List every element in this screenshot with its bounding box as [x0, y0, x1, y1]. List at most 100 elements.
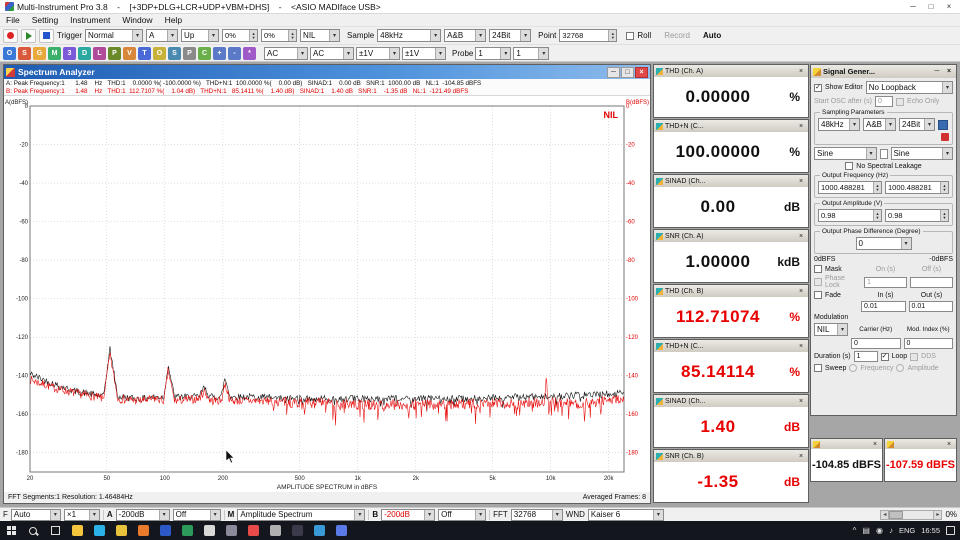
fade-in-field[interactable]: 0.01 — [861, 301, 906, 312]
spinner-arrows[interactable]: ▲▼ — [608, 30, 616, 41]
waveform-link-button[interactable] — [880, 149, 888, 159]
derived-data-point-icon[interactable]: P — [108, 47, 121, 60]
audio-app-icon[interactable]: ♪ — [889, 526, 893, 535]
frequency-b-spinner[interactable]: 1000.488281▲▼ — [885, 181, 949, 194]
close-icon[interactable]: × — [796, 67, 806, 76]
oscilloscope-icon[interactable]: O — [3, 47, 16, 60]
close-icon[interactable]: × — [944, 67, 954, 76]
filter-a-select[interactable]: Off▾ — [173, 509, 221, 521]
spinner-arrows[interactable]: ▲▼ — [940, 182, 948, 193]
scroll-left-icon[interactable]: ◂ — [880, 510, 889, 520]
minimize-icon[interactable]: ─ — [607, 67, 620, 78]
meter-titlebar[interactable]: THD+N (C...× — [654, 340, 808, 352]
taskbar-app-settings-app[interactable] — [264, 521, 286, 540]
volume-icon[interactable]: ◉ — [876, 526, 883, 535]
window-function-select[interactable]: Kaiser 6▾ — [588, 509, 664, 521]
mask-checkbox[interactable] — [814, 265, 822, 273]
frequency-axis-select[interactable]: Auto▾ — [11, 509, 61, 521]
search-icon[interactable] — [22, 521, 44, 540]
carrier-field[interactable]: 0 — [851, 338, 901, 349]
phase-lock-field[interactable]: 1 — [864, 277, 907, 288]
signal-generator-icon[interactable]: G — [33, 47, 46, 60]
menu-setting[interactable]: Setting — [26, 15, 64, 25]
close-icon[interactable]: × — [940, 0, 958, 13]
meter-titlebar[interactable]: SINAD (Ch...× — [654, 175, 808, 187]
run-icon[interactable] — [21, 29, 36, 43]
record-indicator-icon[interactable] — [3, 29, 18, 43]
no-spectral-leakage-checkbox[interactable] — [845, 162, 853, 170]
meter-titlebar[interactable]: THD+N (C...× — [654, 120, 808, 132]
phase-lock-checkbox[interactable] — [814, 278, 822, 286]
trigger-delay-spinner[interactable]: 0%▲▼ — [261, 29, 297, 42]
device-test-plan-icon[interactable]: T — [138, 47, 151, 60]
taskbar-app-code-editor[interactable] — [308, 521, 330, 540]
spectrum-analyzer-icon[interactable]: S — [18, 47, 31, 60]
tray-expand-icon[interactable]: ^ — [853, 526, 857, 535]
range-a-select[interactable]: ±1V▾ — [356, 47, 400, 60]
range-b-select[interactable]: ±1V▾ — [402, 47, 446, 60]
meter-titlebar[interactable]: THD (Ch. A)× — [654, 65, 808, 77]
fade-checkbox[interactable] — [814, 291, 822, 299]
probe-b-select[interactable]: 1▾ — [513, 47, 549, 60]
stop-icon[interactable] — [39, 29, 54, 43]
duration-field[interactable]: 1 — [854, 351, 878, 362]
sample-rate-select[interactable]: 48kHz▾ — [377, 29, 441, 42]
modulation-select[interactable]: NIL▾ — [814, 323, 848, 336]
waveform-b-select[interactable]: Sine▾ — [891, 147, 954, 160]
multimeter-icon[interactable]: M — [48, 47, 61, 60]
sg-rate-select[interactable]: 48kHz▾ — [818, 118, 860, 131]
meter-titlebar[interactable]: SINAD (Ch...× — [654, 395, 808, 407]
level-meter-titlebar[interactable]: × — [811, 439, 882, 449]
amplitude-b-spinner[interactable]: 0.98▲▼ — [885, 209, 949, 222]
taskbar-app-firefox-browser[interactable] — [132, 521, 154, 540]
scroll-right-icon[interactable]: ▸ — [933, 510, 942, 520]
close-icon[interactable]: × — [635, 67, 648, 78]
scrollbar-thumb[interactable] — [889, 511, 903, 519]
clock[interactable]: 16:55 — [921, 526, 940, 535]
spinner-arrows[interactable]: ▲▼ — [249, 30, 257, 41]
start-button[interactable] — [0, 521, 22, 540]
frequency-a-spinner[interactable]: 1000.488281▲▼ — [818, 181, 882, 194]
range-b-select-bottom[interactable]: -200dB▾ — [381, 509, 435, 521]
spinner-arrows[interactable]: ▲▼ — [873, 210, 881, 221]
taskbar-app-mail[interactable] — [330, 521, 352, 540]
roll-checkbox[interactable] — [626, 32, 634, 40]
close-icon[interactable]: × — [796, 232, 806, 241]
taskbar-app-terminal[interactable] — [286, 521, 308, 540]
open-icon[interactable]: O — [153, 47, 166, 60]
taskbar-app-word[interactable] — [154, 521, 176, 540]
vibrometer-icon[interactable]: V — [123, 47, 136, 60]
sg-channels-select[interactable]: A&B▾ — [863, 118, 896, 131]
mask-off-field[interactable] — [910, 277, 953, 288]
record-button[interactable]: Record — [664, 31, 690, 40]
spinner-arrows[interactable]: ▲▼ — [940, 210, 948, 221]
signal-generator-titlebar[interactable]: Signal Gener... ─ × — [811, 65, 956, 78]
menu-help[interactable]: Help — [159, 15, 188, 25]
channels-select[interactable]: A&B▾ — [444, 29, 486, 42]
network-icon[interactable]: ▤ — [862, 526, 870, 535]
close-icon[interactable]: × — [796, 342, 806, 351]
taskbar-app-calculator[interactable] — [220, 521, 242, 540]
spectrum-plot[interactable]: 00-20-20-40-40-60-60-80-80-100-100-120-1… — [4, 96, 650, 492]
maximize-icon[interactable]: □ — [922, 0, 940, 13]
trigger-hpf-select[interactable]: NIL▾ — [300, 29, 340, 42]
meter-titlebar[interactable]: THD (Ch. B)× — [654, 285, 808, 297]
restore-icon[interactable]: □ — [621, 67, 634, 78]
close-icon[interactable]: × — [870, 440, 880, 449]
note-icon[interactable] — [941, 133, 949, 141]
close-icon[interactable]: × — [944, 440, 954, 449]
print-icon[interactable]: P — [183, 47, 196, 60]
menu-window[interactable]: Window — [116, 15, 158, 25]
mod-index-field[interactable]: 0 — [904, 338, 954, 349]
sweep-frequency-radio[interactable] — [849, 364, 857, 372]
bit-depth-select[interactable]: 24Bit▾ — [489, 29, 531, 42]
taskbar-app-notepad[interactable] — [198, 521, 220, 540]
show-editor-checkbox[interactable] — [814, 84, 822, 92]
level-meter-titlebar[interactable]: × — [885, 439, 956, 449]
copy-icon[interactable]: C — [198, 47, 211, 60]
dds-checkbox[interactable] — [910, 353, 918, 361]
settings-icon[interactable]: * — [243, 47, 256, 60]
loop-checkbox[interactable] — [881, 353, 889, 361]
meter-titlebar[interactable]: SNR (Ch. B)× — [654, 450, 808, 462]
fft-size-select[interactable]: 32768▾ — [511, 509, 563, 521]
